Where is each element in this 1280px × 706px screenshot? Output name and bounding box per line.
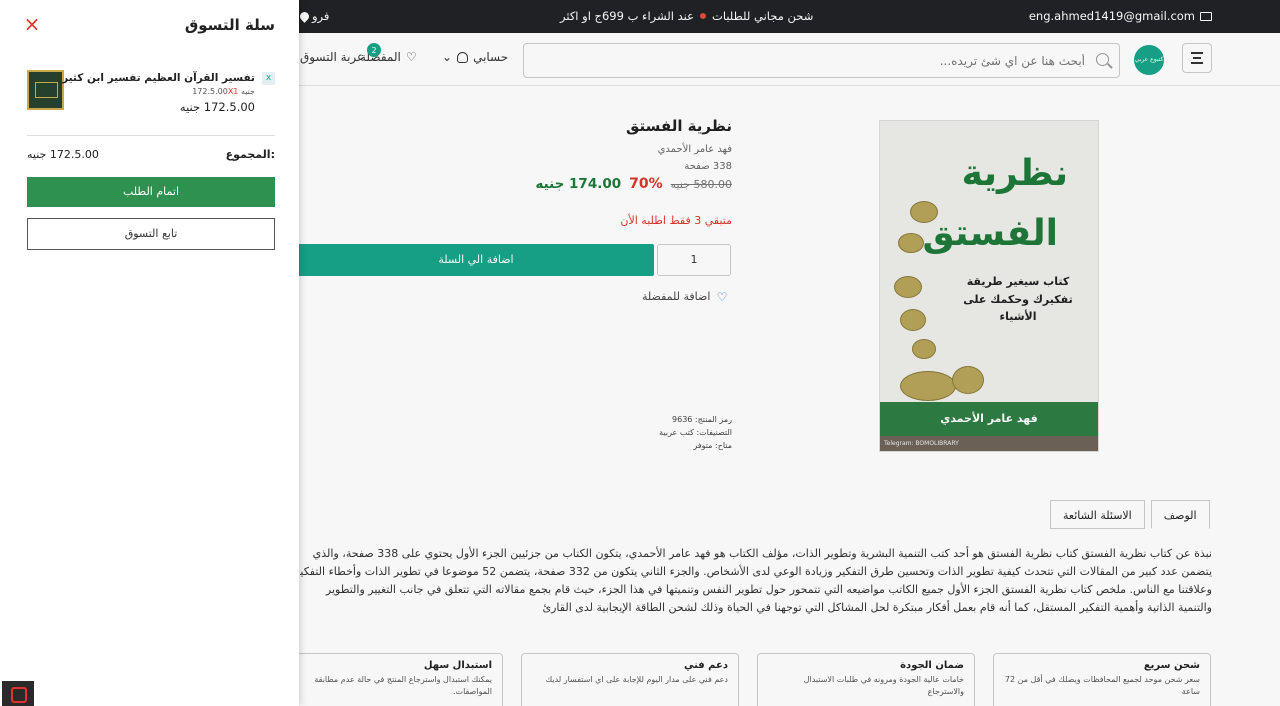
- cart-drawer-title: سلة التسوق: [184, 16, 275, 34]
- continue-shopping-button[interactable]: تابع التسوق: [27, 218, 275, 250]
- close-icon[interactable]: ×: [23, 14, 41, 34]
- cart-item-quantity: X1: [227, 87, 239, 96]
- checkout-button[interactable]: اتمام الطلب: [27, 177, 275, 207]
- cart-item-thumbnail[interactable]: [27, 70, 64, 110]
- app-launcher-icon[interactable]: [2, 681, 34, 706]
- cart-item-total: 172.5.00 جنيه: [179, 100, 255, 114]
- divider: [27, 135, 275, 136]
- cart-item-unit-price: جنيه 172.5.00X1: [192, 87, 255, 96]
- cart-item-currency: جنيه: [240, 87, 255, 96]
- cart-drawer: سلة التسوق × x تفسير القرآن العظيم تفسير…: [0, 0, 299, 706]
- subtotal-value: 172.5.00 جنيه: [27, 148, 99, 161]
- cart-item-price: 172.5.00: [192, 87, 228, 96]
- remove-item-button[interactable]: x: [262, 72, 275, 85]
- cart-item-name[interactable]: تفسير القرآن العظيم تفسير ابن كثير: [62, 72, 255, 84]
- subtotal-label: المجموع:: [225, 148, 275, 161]
